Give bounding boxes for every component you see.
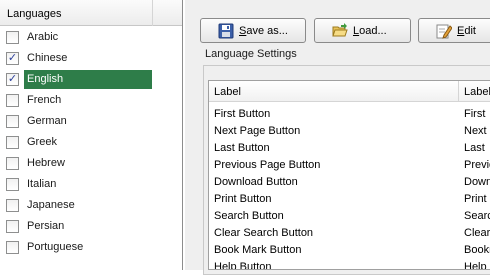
column-separator[interactable] <box>458 81 459 102</box>
language-item[interactable]: ✓ English <box>0 69 182 90</box>
value-cell[interactable]: Download <box>464 176 490 188</box>
value-cell[interactable]: Clear <box>464 227 490 239</box>
labels-grid[interactable]: Label Labels First Button First Next Page… <box>208 80 490 270</box>
language-item[interactable]: Persian <box>0 216 182 237</box>
language-item[interactable]: Portuguese <box>0 237 182 258</box>
language-checkbox[interactable] <box>6 199 19 212</box>
language-label: Chinese <box>27 52 68 64</box>
value-cell[interactable]: Help <box>464 261 487 269</box>
value-cell[interactable]: Last <box>464 142 485 154</box>
value-cell[interactable]: Search <box>464 210 490 222</box>
load-button[interactable]: Load... <box>314 18 411 43</box>
language-label: Persian <box>27 220 65 232</box>
language-label: French <box>27 94 62 106</box>
grid-rows: First Button First Next Page Button Next L… <box>209 106 490 270</box>
language-item[interactable]: ✓ Chinese <box>0 48 182 69</box>
label-cell: Last Button <box>214 142 270 154</box>
table-row[interactable]: Clear Search Button Clear <box>209 225 490 242</box>
language-item[interactable]: Italian <box>0 174 182 195</box>
language-label: Portuguese <box>27 241 84 253</box>
load-label: Load... <box>353 25 387 37</box>
value-cell[interactable]: Next <box>464 125 487 137</box>
language-label: Japanese <box>27 199 75 211</box>
language-checkbox[interactable] <box>6 241 19 254</box>
column-header-labels[interactable]: Labels <box>464 86 490 98</box>
language-item[interactable]: Greek <box>0 132 182 153</box>
language-checkbox[interactable]: ✓ <box>6 73 19 86</box>
language-checkbox[interactable] <box>6 136 19 149</box>
language-label: Greek <box>27 136 57 148</box>
language-label: Arabic <box>27 31 59 43</box>
edit-label: Edit <box>457 25 476 37</box>
label-cell: Help Button <box>214 261 272 270</box>
label-cell: Print Button <box>214 193 272 205</box>
value-cell[interactable]: Bookmark <box>464 244 490 256</box>
value-cell[interactable]: Print <box>464 193 487 205</box>
language-checkbox[interactable] <box>6 220 19 233</box>
column-separator <box>152 0 153 26</box>
languages-list: Arabic ✓ Chinese ✓ English French German G… <box>0 27 182 258</box>
languages-column-header[interactable]: Languages <box>0 0 182 26</box>
label-cell: First Button <box>214 108 271 120</box>
language-settings-title: Language Settings <box>205 48 297 60</box>
table-row[interactable]: Book Mark Button Bookmark <box>209 242 490 259</box>
table-row[interactable]: Download Button Download <box>209 174 490 191</box>
label-cell: Previous Page Button <box>214 159 321 171</box>
save-as-label: Save as... <box>239 25 288 37</box>
grid-header: Label Labels <box>209 81 490 102</box>
table-row[interactable]: Search Button Search <box>209 208 490 225</box>
table-row[interactable]: Print Button Print <box>209 191 490 208</box>
language-checkbox[interactable]: ✓ <box>6 52 19 65</box>
table-row[interactable]: First Button First <box>209 106 490 123</box>
language-item[interactable]: Hebrew <box>0 153 182 174</box>
language-label: Italian <box>27 178 57 190</box>
label-cell: Clear Search Button <box>214 227 314 239</box>
label-cell: Next Page Button <box>214 125 301 137</box>
edit-button[interactable]: Edit <box>418 18 490 43</box>
label-cell: Search Button <box>214 210 284 222</box>
language-item[interactable]: Japanese <box>0 195 182 216</box>
table-row[interactable]: Help Button Help <box>209 259 490 270</box>
languages-header-label: Languages <box>7 8 62 20</box>
save-as-button[interactable]: Save as... <box>200 18 306 43</box>
label-cell: Book Mark Button <box>214 244 302 256</box>
open-folder-icon <box>332 23 348 39</box>
floppy-disk-icon <box>218 23 234 39</box>
table-row[interactable]: Next Page Button Next <box>209 123 490 140</box>
language-checkbox[interactable] <box>6 31 19 44</box>
language-checkbox[interactable] <box>6 115 19 128</box>
language-item[interactable]: French <box>0 90 182 111</box>
column-header-label[interactable]: Label <box>214 86 241 98</box>
value-cell[interactable]: First <box>464 108 485 120</box>
label-cell: Download Button <box>214 176 298 188</box>
value-cell[interactable]: Previous <box>464 159 490 171</box>
table-row[interactable]: Last Button Last <box>209 140 490 157</box>
language-label: Hebrew <box>27 157 65 169</box>
language-label: English <box>24 70 152 89</box>
language-checkbox[interactable] <box>6 178 19 191</box>
language-checkbox[interactable] <box>6 157 19 170</box>
language-checkbox[interactable] <box>6 94 19 107</box>
language-item[interactable]: German <box>0 111 182 132</box>
language-item[interactable]: Arabic <box>0 27 182 48</box>
language-label: German <box>27 115 67 127</box>
languages-panel: Languages Arabic ✓ Chinese ✓ English Frenc… <box>0 0 183 270</box>
edit-pencil-icon <box>436 23 453 39</box>
table-row[interactable]: Previous Page Button Previous <box>209 157 490 174</box>
